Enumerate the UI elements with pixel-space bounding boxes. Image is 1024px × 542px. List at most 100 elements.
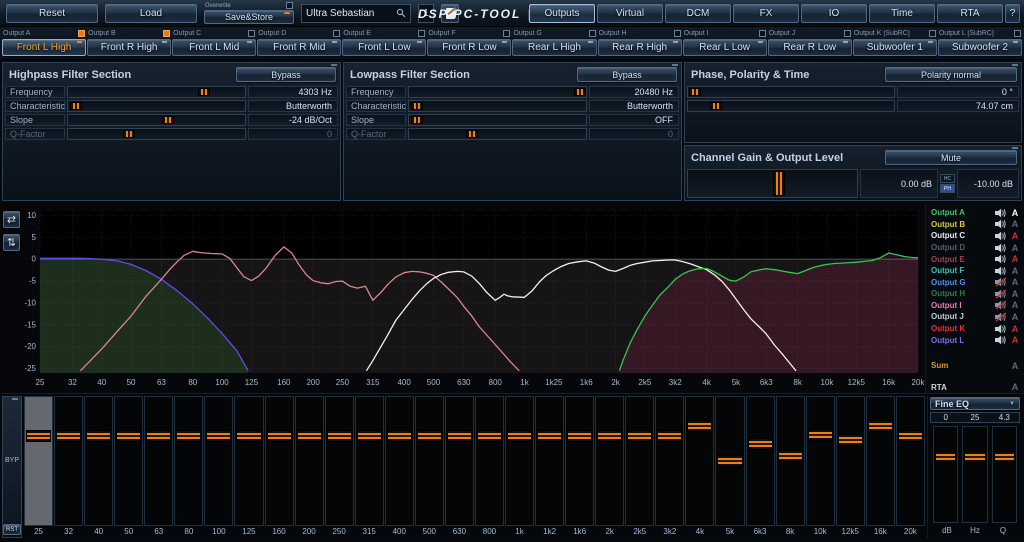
legend-row-sum[interactable]: SumA — [931, 360, 1021, 372]
hp-characteristic-slider[interactable] — [67, 100, 246, 112]
speaker-icon[interactable] — [995, 231, 1007, 241]
tab-button-front-l-low[interactable]: Front L Low — [342, 39, 426, 56]
lp-q-factor-value[interactable]: 0 — [589, 128, 679, 140]
hp-characteristic-value[interactable]: Butterworth — [248, 100, 338, 112]
eq-slider-32[interactable] — [54, 396, 83, 526]
legend-row-output-l[interactable]: Output LA — [931, 334, 1021, 346]
distance-value[interactable]: 74.07 cm — [897, 100, 1019, 112]
tab-button-rear-r-high[interactable]: Rear R High — [598, 39, 682, 56]
fine-eq-slider-db[interactable] — [933, 426, 958, 523]
hp-q-factor-slider[interactable] — [67, 128, 246, 140]
hp-frequency-slider[interactable] — [67, 86, 246, 98]
tab-button-front-r-low[interactable]: Front R Low — [427, 39, 511, 56]
lp-slope-value[interactable]: OFF — [589, 114, 679, 126]
reset-button[interactable]: Reset — [6, 4, 98, 23]
fine-eq-value-q[interactable]: 4.3 — [990, 413, 1019, 422]
eq-handle[interactable] — [898, 430, 923, 442]
link-group-badge[interactable]: A — [1009, 312, 1021, 322]
tab-link-checkbox[interactable] — [418, 30, 425, 37]
speaker-icon[interactable] — [995, 243, 1007, 253]
hc-toggle[interactable]: HC — [940, 174, 955, 183]
legend-row-output-i[interactable]: Output IA — [931, 300, 1021, 312]
eq-handle[interactable] — [868, 420, 893, 432]
eq-handle[interactable] — [56, 430, 81, 442]
nav-help-button[interactable]: ? — [1005, 4, 1020, 23]
eq-slider-160[interactable] — [265, 396, 294, 526]
highpass-bypass-button[interactable]: Bypass — [236, 67, 336, 82]
slider-handle[interactable] — [411, 102, 423, 110]
eq-slider-250[interactable] — [325, 396, 354, 526]
link-group-badge[interactable]: A — [1009, 382, 1021, 392]
speaker-icon[interactable] — [995, 219, 1007, 229]
lowpass-bypass-button[interactable]: Bypass — [577, 67, 677, 82]
eq-slider-800[interactable] — [475, 396, 504, 526]
tab-link-checkbox[interactable] — [844, 30, 851, 37]
eq-slider-3k2[interactable] — [655, 396, 684, 526]
tab-link-checkbox[interactable] — [929, 30, 936, 37]
gain-value-field[interactable]: 0.00 dB — [860, 169, 938, 198]
legend-row-output-f[interactable]: Output FA — [931, 265, 1021, 277]
lp-slope-slider[interactable] — [408, 114, 587, 126]
eq-slider-5k[interactable] — [715, 396, 744, 526]
eq-slider-1k2[interactable] — [535, 396, 564, 526]
muted-speaker-icon[interactable] — [995, 277, 1007, 287]
nav-outputs-button[interactable]: Outputs — [529, 4, 595, 23]
eq-handle[interactable] — [687, 420, 712, 432]
eq-handle[interactable] — [935, 451, 956, 463]
mute-button[interactable]: Mute — [885, 150, 1017, 165]
fine-eq-value-db[interactable]: 0 — [931, 413, 960, 422]
tab-button-subwoofer-1[interactable]: Subwoofer 1 — [853, 39, 937, 56]
eq-handle[interactable] — [778, 450, 803, 462]
eq-handle[interactable] — [838, 434, 863, 446]
eq-slider-40[interactable] — [84, 396, 113, 526]
legend-row-output-k[interactable]: Output KA — [931, 323, 1021, 335]
tab-button-rear-r-low[interactable]: Rear R Low — [768, 39, 852, 56]
tab-link-checkbox[interactable] — [163, 30, 170, 37]
eq-slider-400[interactable] — [385, 396, 414, 526]
eq-handle[interactable] — [657, 430, 682, 442]
eq-handle[interactable] — [507, 430, 532, 442]
eq-bypass-button[interactable]: BYP — [5, 457, 19, 464]
output-level-field[interactable]: -10.00 dB — [957, 169, 1019, 198]
eq-slider-8k[interactable] — [776, 396, 805, 526]
hp-slope-value[interactable]: -24 dB/Oct — [248, 114, 338, 126]
fine-eq-value-hz[interactable]: 25 — [960, 413, 989, 422]
eq-slider-80[interactable] — [174, 396, 203, 526]
distance-slider[interactable] — [687, 100, 895, 112]
link-group-badge[interactable]: A — [1009, 266, 1021, 276]
nav-io-button[interactable]: IO — [801, 4, 867, 23]
eq-handle[interactable] — [267, 430, 292, 442]
eq-slider-10k[interactable] — [806, 396, 835, 526]
nav-virtual-button[interactable]: Virtual — [597, 4, 663, 23]
eq-handle[interactable] — [176, 430, 201, 442]
legend-row-output-e[interactable]: Output EA — [931, 253, 1021, 265]
eq-slider-63[interactable] — [144, 396, 173, 526]
legend-row-output-d[interactable]: Output DA — [931, 242, 1021, 254]
tab-button-front-l-high[interactable]: Front L High — [2, 39, 86, 56]
link-group-badge[interactable]: A — [1009, 300, 1021, 310]
eq-handle[interactable] — [116, 430, 141, 442]
slider-handle[interactable] — [689, 88, 701, 96]
horizontal-zoom-button[interactable]: ⇄ — [3, 211, 20, 228]
legend-row-output-g[interactable]: Output GA — [931, 276, 1021, 288]
link-group-badge[interactable]: A — [1009, 254, 1021, 264]
eq-slider-12k5[interactable] — [836, 396, 865, 526]
tab-link-checkbox[interactable] — [759, 30, 766, 37]
lp-q-factor-slider[interactable] — [408, 128, 587, 140]
tab-link-checkbox[interactable] — [674, 30, 681, 37]
legend-row-output-b[interactable]: Output BA — [931, 219, 1021, 231]
tab-link-checkbox[interactable] — [78, 30, 85, 37]
speaker-icon[interactable] — [995, 266, 1007, 276]
eq-slider-315[interactable] — [355, 396, 384, 526]
speaker-icon[interactable] — [995, 208, 1007, 218]
eq-slider-125[interactable] — [234, 396, 263, 526]
fine-eq-slider-q[interactable] — [992, 426, 1017, 523]
eq-handle[interactable] — [86, 430, 111, 442]
preset-name-field[interactable]: Ultra Sebastian — [301, 4, 411, 23]
hp-slope-slider[interactable] — [67, 114, 246, 126]
eq-slider-200[interactable] — [295, 396, 324, 526]
link-group-badge[interactable]: A — [1009, 335, 1021, 345]
edit-note-icon[interactable] — [441, 4, 459, 23]
ph-toggle[interactable]: PH — [940, 184, 955, 193]
eq-handle[interactable] — [964, 451, 985, 463]
